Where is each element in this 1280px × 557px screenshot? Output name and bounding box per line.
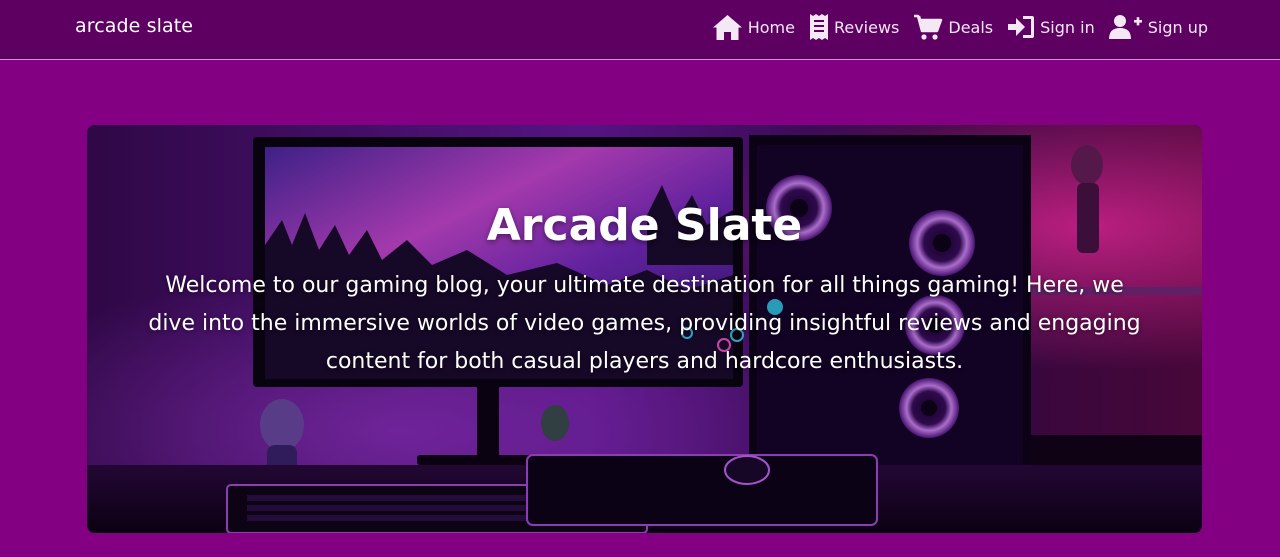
hero-title: Arcade Slate [486,200,803,251]
hero-banner: Arcade Slate Welcome to our gaming blog,… [87,125,1202,533]
receipt-icon [809,12,829,42]
nav-link-deals[interactable]: Deals [913,12,993,42]
home-icon [712,12,743,42]
sign-in-icon [1007,12,1035,42]
nav-link-sign-up[interactable]: Sign up [1108,12,1208,42]
nav-link-reviews[interactable]: Reviews [809,12,899,42]
navbar: arcade slate Home Reviews Deals Sign in … [0,0,1280,60]
hero-description: Welcome to our gaming blog, your ultimat… [148,273,1141,374]
nav-link-reviews-label: Reviews [833,17,900,37]
nav-links: Home Reviews Deals Sign in Sign up [712,12,1208,42]
nav-link-sign-in[interactable]: Sign in [1007,12,1095,42]
nav-link-deals-label: Deals [948,17,994,37]
nav-link-sign-up-label: Sign up [1147,17,1208,37]
nav-link-home-label: Home [747,17,795,37]
cart-icon [913,12,943,42]
user-plus-icon [1108,12,1143,42]
nav-link-home[interactable]: Home [712,12,795,42]
brand-link[interactable]: arcade slate [75,15,193,37]
nav-link-sign-in-label: Sign in [1040,17,1095,37]
